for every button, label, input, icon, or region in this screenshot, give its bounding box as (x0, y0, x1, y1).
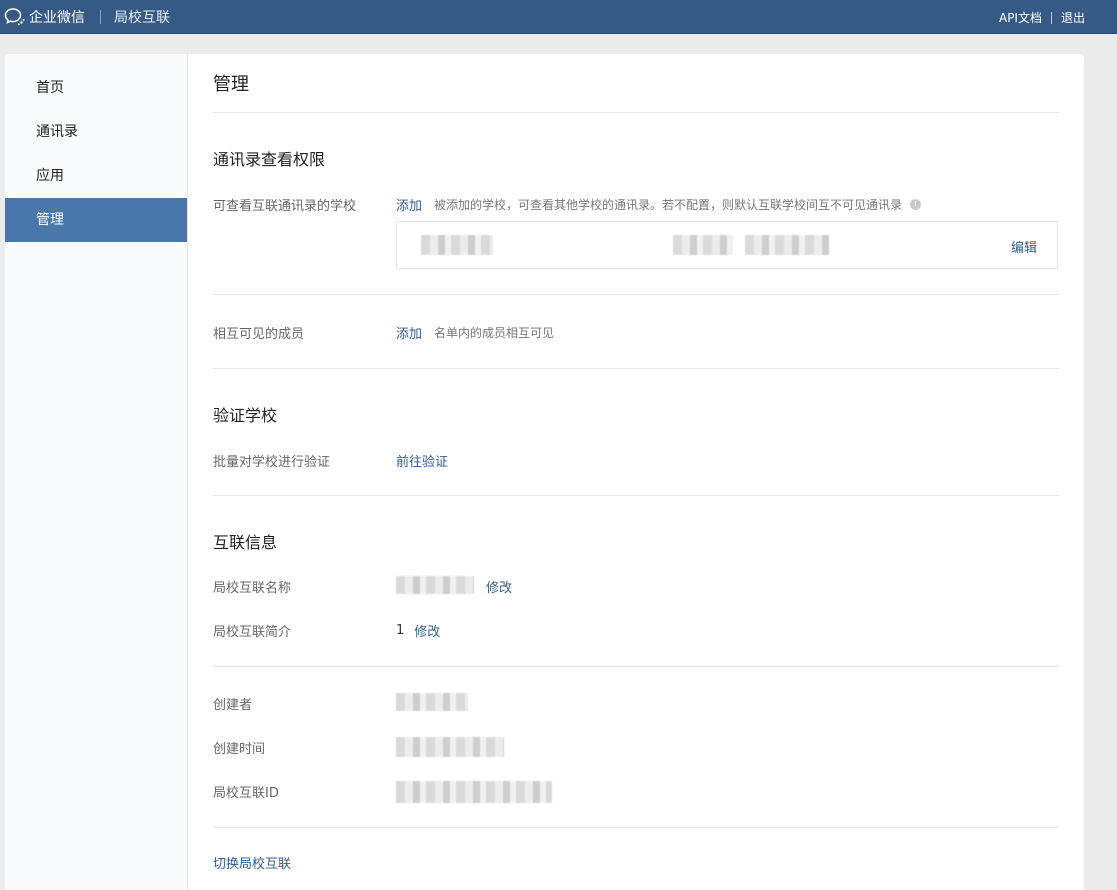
brand-name: 企业微信 (29, 10, 85, 26)
switch-link[interactable]: 切换局校互联 (213, 857, 291, 872)
name-label: 局校互联名称 (213, 581, 292, 596)
divider (213, 666, 1059, 667)
go-verify-link[interactable]: 前往验证 (396, 451, 448, 470)
redacted-id (396, 781, 552, 803)
id-label: 局校互联ID (213, 786, 279, 801)
sidebar-item-apps[interactable]: 应用 (5, 154, 187, 198)
add-members-link[interactable]: 添加 (396, 323, 422, 342)
section-title-contact-permission: 通讯录查看权限 (213, 150, 326, 169)
redacted-school-3 (745, 235, 829, 255)
switch-wrap: 切换局校互联 (213, 853, 291, 872)
sidebar-item-manage[interactable]: 管理 (5, 198, 187, 242)
intro-label: 局校互联简介 (213, 625, 292, 640)
members-label: 相互可见的成员 (213, 327, 305, 342)
links-divider (1050, 11, 1052, 24)
intro-value: 1 (396, 623, 405, 638)
schools-value: 添加 被添加的学校，可查看其他学校的通讯录。若不配置，则默认互联学校间互不可见通… (396, 195, 922, 214)
wecom-logo-icon (4, 8, 25, 26)
redacted-creator (396, 693, 468, 711)
creator-label: 创建者 (213, 698, 253, 713)
name-edit-wrap: 修改 (486, 577, 512, 596)
api-docs-link[interactable]: API文档 (999, 9, 1042, 26)
redacted-school-1 (421, 235, 493, 255)
divider (213, 294, 1059, 295)
add-schools-link[interactable]: 添加 (396, 195, 422, 214)
info-icon[interactable]: i (910, 199, 922, 210)
redacted-school-2 (673, 235, 733, 255)
divider (213, 827, 1059, 828)
edit-schools-link[interactable]: 编辑 (1011, 237, 1037, 256)
divider (213, 368, 1059, 369)
divider (213, 495, 1059, 496)
brand-divider (100, 10, 101, 24)
logo[interactable]: 企业微信 局校互联 (4, 6, 170, 28)
divider (213, 112, 1059, 113)
sidebar-item-contacts[interactable]: 通讯录 (5, 110, 187, 154)
edit-name-link[interactable]: 修改 (486, 577, 512, 596)
members-hint: 名单内的成员相互可见 (434, 326, 555, 340)
top-links: API文档 退出 (999, 9, 1085, 26)
main-panel: 首页 通讯录 应用 管理 管理 通讯录查看权限 可查看互联通讯录的学校 添加 被… (5, 54, 1084, 890)
schools-label: 可查看互联通讯录的学校 (213, 199, 357, 214)
school-list-box: 编辑 (396, 221, 1058, 269)
section-title-info: 互联信息 (213, 533, 278, 552)
schools-hint: 被添加的学校，可查看其他学校的通讯录。若不配置，则默认互联学校间互不可见通讯录 (434, 198, 903, 212)
members-value: 添加 名单内的成员相互可见 (396, 323, 554, 342)
intro-value-wrap: 1 修改 (396, 621, 440, 640)
product-name: 局校互联 (114, 10, 170, 26)
page-title: 管理 (213, 74, 249, 95)
created-time-label: 创建时间 (213, 742, 266, 757)
batch-verify-label: 批量对学校进行验证 (213, 455, 331, 470)
section-title-verify: 验证学校 (213, 406, 278, 425)
redacted-created-time (396, 737, 504, 757)
batch-verify-value: 前往验证 (396, 451, 448, 470)
edit-intro-link[interactable]: 修改 (414, 621, 440, 640)
logout-link[interactable]: 退出 (1061, 9, 1085, 26)
top-bar: 企业微信 局校互联 API文档 退出 (0, 0, 1117, 34)
sidebar-item-home[interactable]: 首页 (5, 66, 187, 110)
redacted-name (396, 576, 474, 594)
sidebar: 首页 通讯录 应用 管理 (5, 54, 188, 890)
